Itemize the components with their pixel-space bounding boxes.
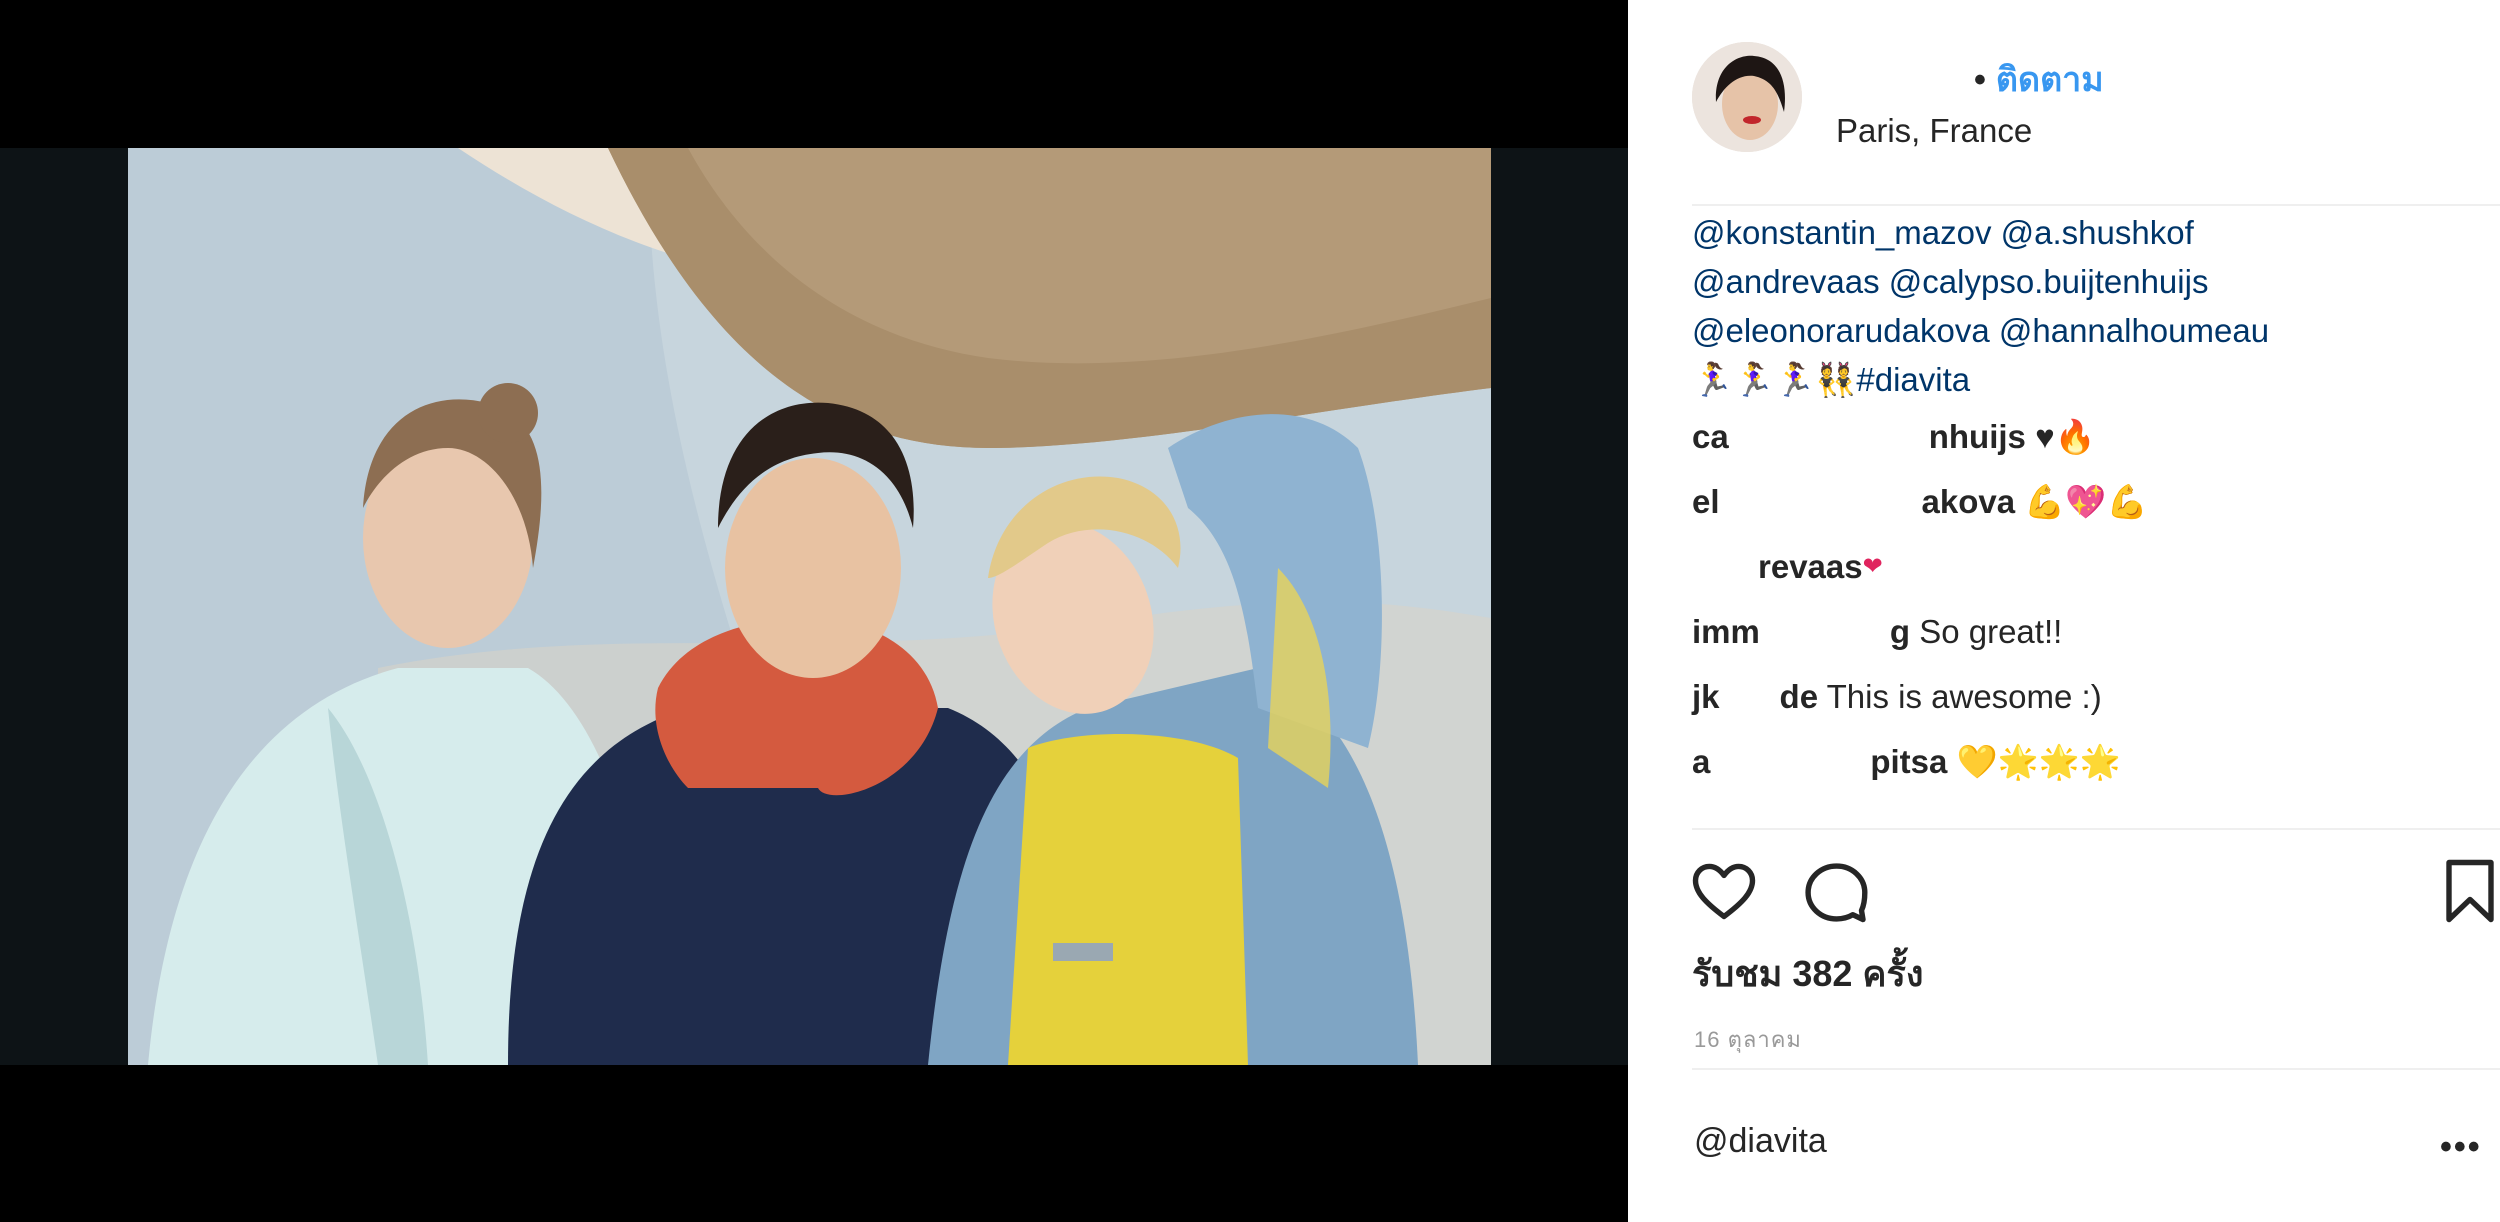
hashtag-link[interactable]: #diavita xyxy=(1856,361,1970,398)
comment-username-end[interactable]: akova xyxy=(1922,483,2016,520)
location-link[interactable]: Paris, France xyxy=(1836,112,2032,150)
comment-username-start[interactable]: el xyxy=(1692,483,1720,520)
comment-emoji: 💛🌟🌟🌟 xyxy=(1956,743,2121,780)
video-letterbox-left xyxy=(0,148,128,1065)
post-video[interactable] xyxy=(128,148,1491,1065)
caption-mentions-line1[interactable]: @konstantin_mazov @a.shushkof xyxy=(1692,208,2482,257)
comment-emoji: 💪💖💪 xyxy=(2024,483,2148,520)
caption-tags-line: 🏃‍♀️🏃‍♀️🏃‍♀️👯#diavita xyxy=(1692,355,2482,404)
caption-mentions-line3[interactable]: @eleonorarudakova @hannalhoumeau xyxy=(1692,306,2482,355)
comment-username-start[interactable]: imm xyxy=(1692,613,1760,650)
divider xyxy=(1692,828,2500,830)
comment-username-start[interactable]: jk xyxy=(1692,678,1720,715)
comment-item: imm g So great!! xyxy=(1692,599,2482,664)
action-bar xyxy=(1688,855,2494,935)
caption-emoji: 🏃‍♀️🏃‍♀️🏃‍♀️👯 xyxy=(1692,361,1857,398)
more-options-icon[interactable]: ••• xyxy=(2440,1128,2482,1167)
avatar-image xyxy=(1692,42,1802,152)
comment-username-end[interactable]: revaas xyxy=(1758,548,1863,585)
comment-item: jk de This is awesome :) xyxy=(1692,664,2482,729)
video-frame-illustration xyxy=(128,148,1491,1065)
post-header: • ติดตาม Paris, France xyxy=(1628,0,2500,204)
bookmark-icon[interactable] xyxy=(2438,855,2500,932)
views-count[interactable]: รับชม 382 ครั้ง xyxy=(1692,945,1923,1002)
comment-item: a pitsa 💛🌟🌟🌟 xyxy=(1692,729,2482,794)
comment-item: revaas❤ xyxy=(1692,534,2482,599)
comment-username-end[interactable]: g xyxy=(1890,613,1910,650)
comment-username-start[interactable]: a xyxy=(1692,743,1710,780)
comment-emoji: ♥🔥 xyxy=(2035,418,2096,455)
avatar[interactable] xyxy=(1692,42,1802,152)
comment-emoji: ❤ xyxy=(1862,553,1883,580)
divider xyxy=(1692,204,2500,206)
comment-text: This is awesome :) xyxy=(1826,678,2102,715)
divider xyxy=(1692,1068,2500,1070)
heart-icon[interactable] xyxy=(1688,855,1760,932)
comment-username-start[interactable]: ca xyxy=(1692,418,1729,455)
comment-username-end[interactable]: de xyxy=(1780,678,1819,715)
follow-button[interactable]: • ติดตาม xyxy=(1974,52,2104,106)
post-date[interactable]: 16 ตุลาคม xyxy=(1694,1022,1802,1057)
comment-item: ca nhuijs ♥🔥 xyxy=(1692,404,2482,469)
separator-dot: • xyxy=(1974,61,1986,99)
caption: @konstantin_mazov @a.shushkof @andrevaas… xyxy=(1692,208,2482,404)
follow-label: ติดตาม xyxy=(1995,61,2104,99)
media-pane[interactable] xyxy=(0,0,1628,1222)
video-letterbox-right xyxy=(1491,148,1628,1065)
comments-list: @konstantin_mazov @a.shushkof @andrevaas… xyxy=(1692,208,2482,794)
post-details-panel: • ติดตาม Paris, France @konstantin_mazov … xyxy=(1628,0,2500,1222)
comment-item: el akova 💪💖💪 xyxy=(1692,469,2482,534)
comment-username-end[interactable]: pitsa xyxy=(1870,743,1947,780)
caption-mentions-line2[interactable]: @andrevaas @calypso.buijtenhuijs xyxy=(1692,257,2482,306)
comment-text: So great!! xyxy=(1919,613,2063,650)
comment-input-username[interactable]: @diavita xyxy=(1694,1122,1827,1161)
comment-bubble-icon[interactable] xyxy=(1800,855,1872,932)
comment-username-end[interactable]: nhuijs xyxy=(1929,418,2026,455)
